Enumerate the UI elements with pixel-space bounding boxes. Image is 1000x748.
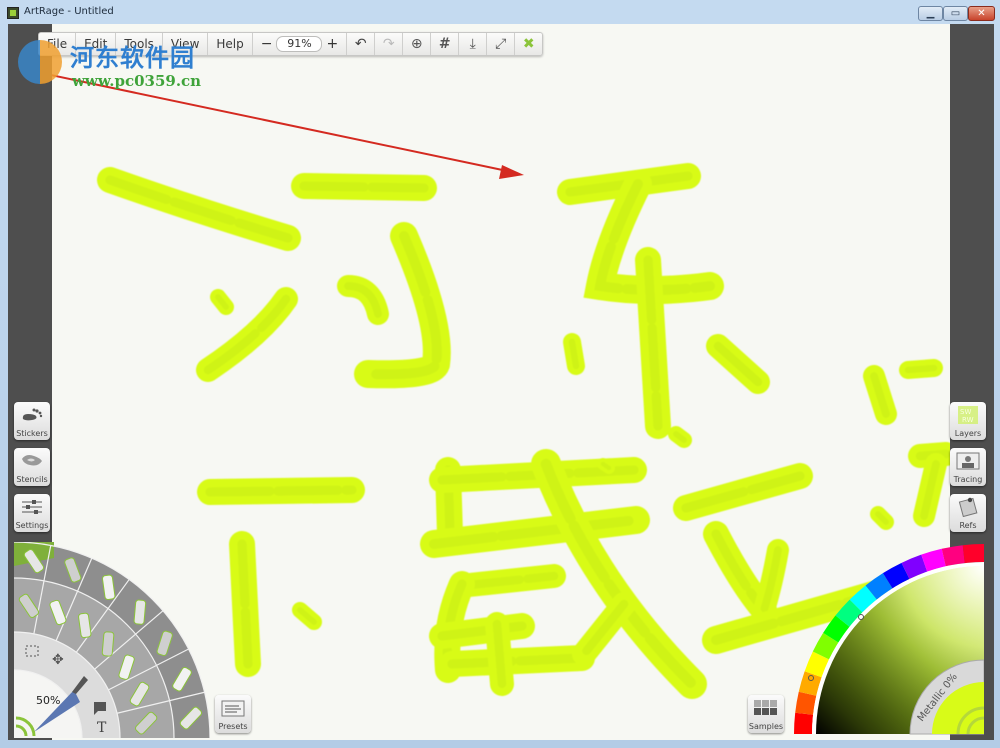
- close-menu-icon: ✖: [522, 36, 535, 52]
- title-bar: ArtRage - Untitled ▁ ▭ ✕: [0, 0, 1000, 24]
- sliders-icon: [22, 500, 42, 514]
- svg-text:RW: RW: [962, 416, 974, 424]
- samples-label: Samples: [748, 722, 784, 731]
- stencil-icon: [22, 455, 42, 466]
- grid-icon: #: [438, 36, 451, 52]
- annotation-arrow-head: [499, 165, 524, 179]
- app-window: ArtRage - Untitled ▁ ▭ ✕ File Edit Tools…: [0, 0, 1000, 748]
- layers-label: Layers: [954, 429, 982, 438]
- presets-label: Presets: [218, 722, 248, 731]
- samples-button[interactable]: Samples: [748, 695, 784, 733]
- refs-button[interactable]: Refs: [950, 494, 986, 532]
- color-picker-graphic: Metallic 0%: [794, 544, 985, 735]
- svg-text:T: T: [97, 720, 107, 736]
- maximize-icon: ▭: [950, 8, 961, 19]
- workspace: File Edit Tools View Help − 91% + ↶ ↷ ⊕ …: [8, 24, 994, 740]
- svg-text:SW: SW: [960, 408, 971, 416]
- hue-ring-segment[interactable]: [962, 544, 984, 564]
- maximize-button[interactable]: ▭: [943, 6, 968, 21]
- brush-size-value[interactable]: 50%: [36, 694, 60, 707]
- close-button[interactable]: ✕: [968, 6, 995, 21]
- svg-text:✥: ✥: [52, 652, 64, 668]
- zoom-out-button[interactable]: −: [257, 36, 277, 52]
- paint-stroke-texture: [237, 539, 253, 669]
- zoom-control: − 91% +: [253, 33, 348, 55]
- download-icon: ⤓: [469, 36, 476, 52]
- ink-pen-tool-icon[interactable]: [101, 631, 115, 657]
- presets-folder-icon: [221, 700, 245, 717]
- undo-icon: ↶: [354, 36, 367, 52]
- menu-view[interactable]: View: [163, 33, 209, 55]
- refs-label: Refs: [959, 521, 977, 530]
- paint-stroke-texture: [568, 338, 580, 370]
- samples-swatch-icon: [754, 700, 777, 715]
- stickers-label: Stickers: [16, 429, 48, 438]
- menu-file[interactable]: File: [39, 33, 77, 55]
- menu-help[interactable]: Help: [208, 33, 253, 55]
- reference-point-icon: ⊕: [410, 36, 423, 52]
- grid-button[interactable]: #: [431, 33, 460, 55]
- paint-stroke-texture: [299, 181, 429, 193]
- reference-point-button[interactable]: ⊕: [403, 33, 432, 55]
- transform-icon[interactable]: ✥: [52, 652, 64, 668]
- color-picker[interactable]: Metallic 0%: [794, 542, 985, 738]
- minimize-icon: ▁: [926, 8, 935, 19]
- hue-ring-segment[interactable]: [941, 545, 965, 567]
- zoom-level-field[interactable]: 91%: [276, 36, 323, 52]
- paint-stroke-texture: [205, 485, 357, 497]
- settings-button[interactable]: Settings: [14, 494, 50, 532]
- menu-toolbar: File Edit Tools View Help − 91% + ↶ ↷ ⊕ …: [38, 32, 544, 56]
- tool-picker-graphic: 50% ✥ T: [13, 541, 211, 739]
- annotation-arrow-line: [52, 74, 513, 173]
- paint-stroke-texture: [492, 619, 507, 689]
- redo-button[interactable]: ↷: [375, 33, 404, 55]
- download-button[interactable]: ⤓: [459, 33, 488, 55]
- settings-label: Settings: [15, 521, 49, 530]
- paint-stroke-texture: [447, 653, 587, 669]
- layers-icon: SW RW: [958, 406, 978, 424]
- layers-button[interactable]: SW RW Layers: [950, 402, 986, 440]
- stencils-label: Stencils: [16, 475, 48, 484]
- hue-ring-segment[interactable]: [794, 712, 814, 734]
- fullscreen-button[interactable]: ⤢: [487, 33, 516, 55]
- tracing-label: Tracing: [953, 475, 983, 484]
- tracing-button[interactable]: Tracing: [950, 448, 986, 486]
- zoom-in-button[interactable]: +: [322, 36, 342, 52]
- text-tool-icon[interactable]: T: [97, 720, 107, 736]
- close-icon: ✕: [977, 8, 986, 19]
- footprint-icon: [22, 408, 43, 421]
- menu-edit[interactable]: Edit: [76, 33, 117, 55]
- stencils-button[interactable]: Stencils: [14, 448, 50, 486]
- paint-stroke-texture: [105, 175, 293, 243]
- minimize-button[interactable]: ▁: [918, 6, 943, 21]
- undo-button[interactable]: ↶: [347, 33, 376, 55]
- tool-picker-wheel[interactable]: 50% ✥ T: [13, 541, 211, 739]
- redo-icon: ↷: [382, 36, 395, 52]
- fullscreen-icon: ⤢: [495, 36, 507, 52]
- window-title: ArtRage - Untitled: [24, 6, 114, 17]
- hue-ring-segment[interactable]: [795, 691, 817, 715]
- hide-menu-button[interactable]: ✖: [515, 33, 542, 55]
- tracing-icon: [956, 452, 980, 470]
- artrage-app-icon: [7, 7, 19, 19]
- paint-stroke-texture: [904, 364, 938, 374]
- refs-pin-icon: [958, 497, 978, 517]
- presets-button[interactable]: Presets: [215, 695, 251, 733]
- stickers-button[interactable]: Stickers: [14, 402, 50, 440]
- paint-tube-tool-icon[interactable]: [133, 599, 147, 625]
- menu-tools[interactable]: Tools: [116, 33, 163, 55]
